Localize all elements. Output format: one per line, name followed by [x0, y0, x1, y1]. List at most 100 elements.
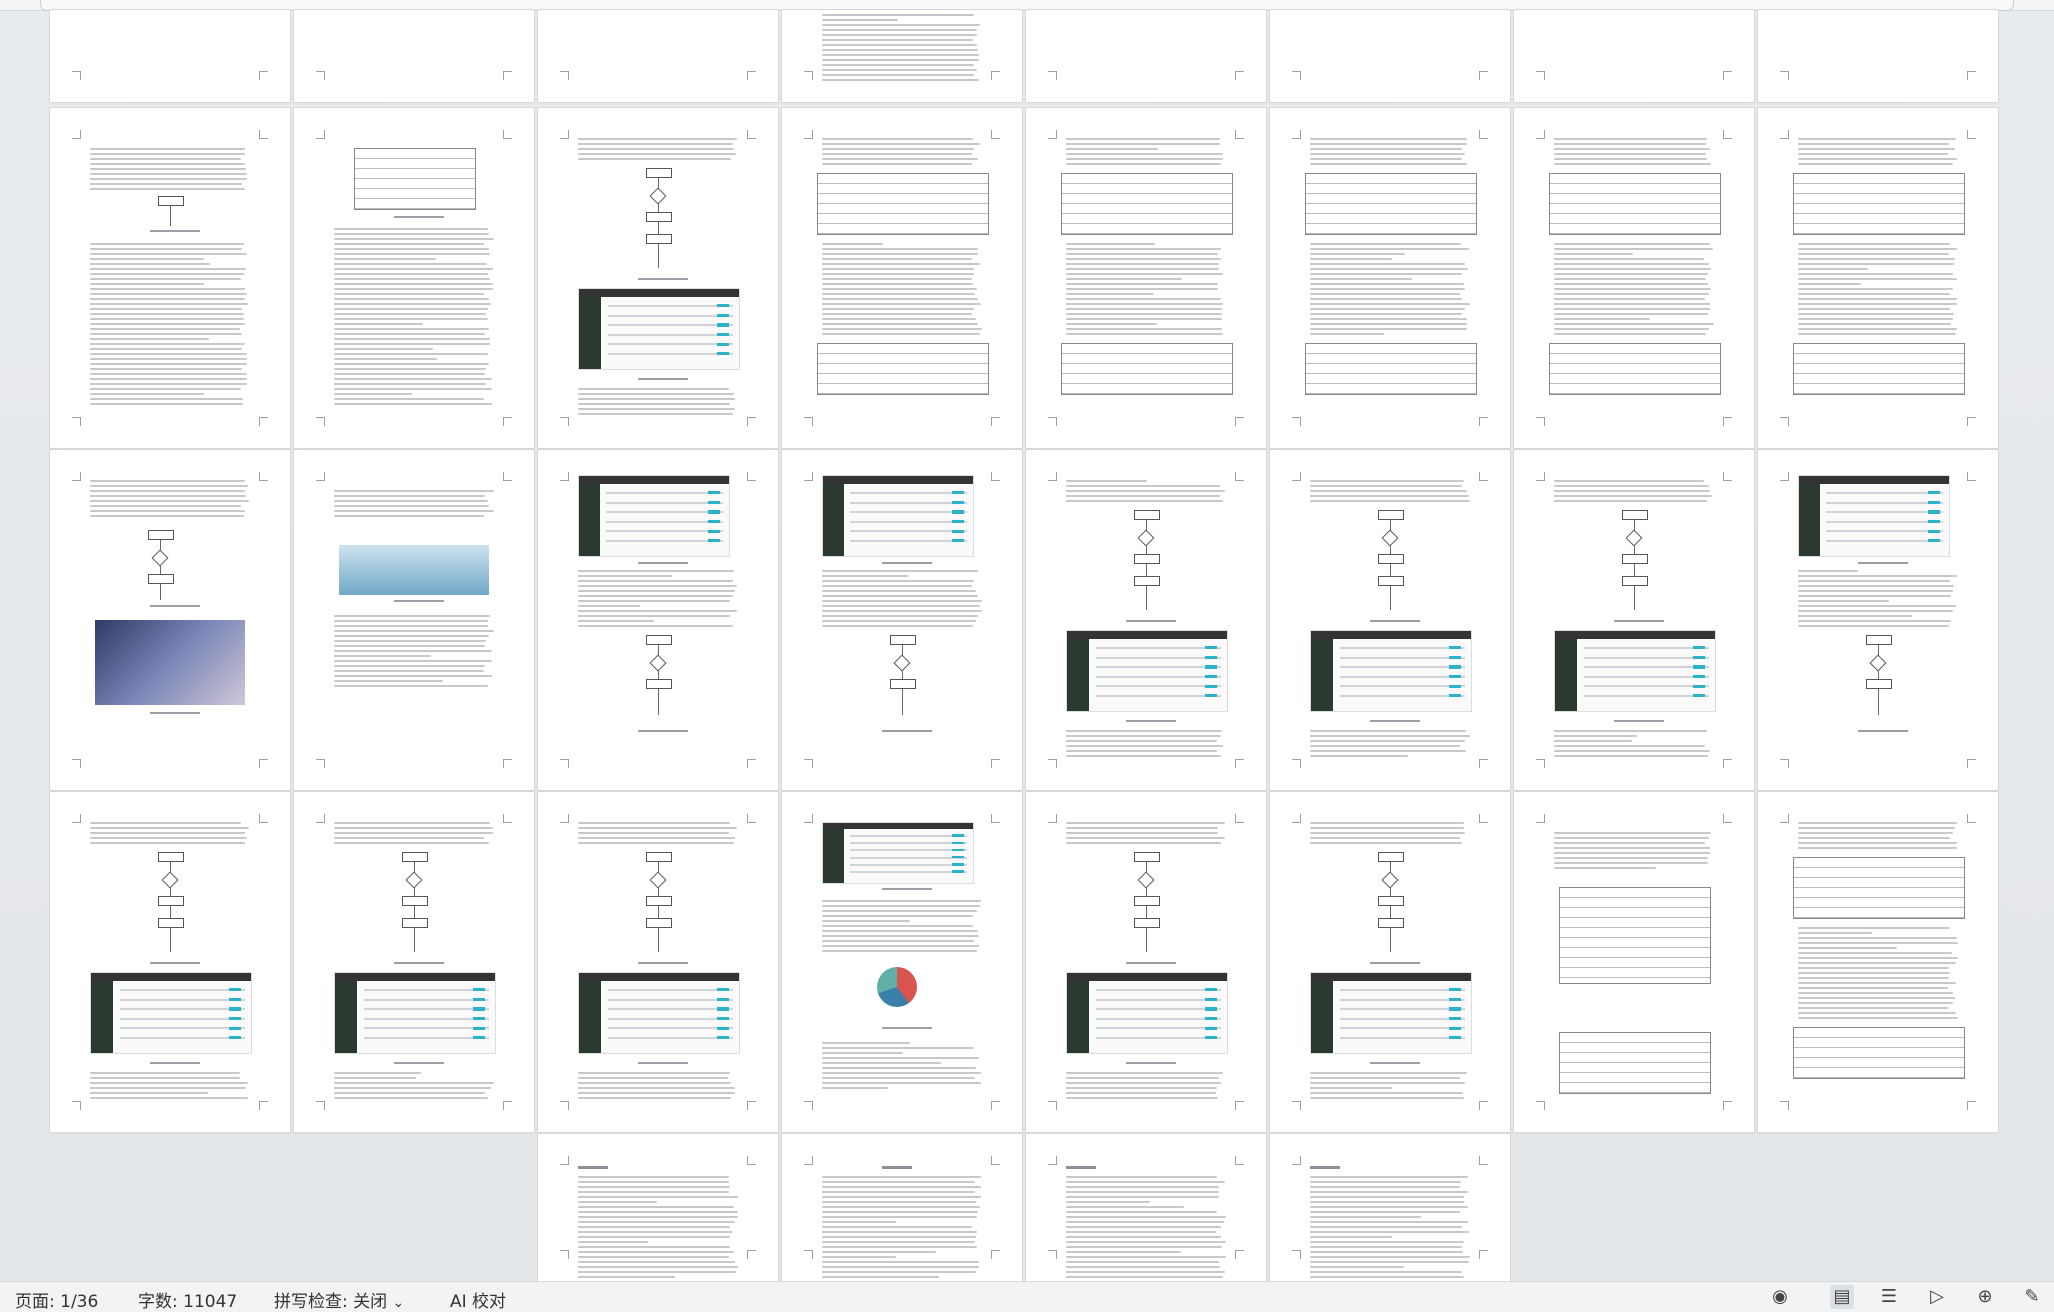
- corner-mark: [1723, 417, 1732, 426]
- text-line: [1554, 153, 1706, 155]
- document-page[interactable]: [538, 792, 778, 1132]
- document-page[interactable]: [538, 10, 778, 102]
- document-page[interactable]: [1026, 450, 1266, 790]
- text-line: [334, 353, 488, 355]
- corner-mark: [560, 130, 569, 139]
- text-line: [1798, 972, 1951, 974]
- process-node: [148, 574, 174, 584]
- text-line: [1798, 962, 1957, 964]
- document-page[interactable]: [294, 108, 534, 448]
- document-page[interactable]: [1270, 450, 1510, 790]
- text-line: [578, 1251, 734, 1253]
- document-page[interactable]: [1270, 1134, 1510, 1281]
- text-line: [1066, 1206, 1184, 1208]
- text-line: [822, 263, 980, 265]
- text-line: [1066, 323, 1158, 325]
- pen-icon[interactable]: ✎: [2020, 1285, 2044, 1309]
- text-line: [334, 293, 485, 295]
- document-page[interactable]: [538, 450, 778, 790]
- document-page[interactable]: [1758, 108, 1998, 448]
- document-page[interactable]: [782, 450, 1022, 790]
- document-page[interactable]: [1270, 108, 1510, 448]
- text-line: [334, 515, 485, 517]
- document-page[interactable]: [1514, 792, 1754, 1132]
- outline-view-icon[interactable]: ☰: [1877, 1285, 1901, 1309]
- text-line: [1554, 158, 1708, 160]
- page-view-icon[interactable]: ▤: [1830, 1285, 1854, 1309]
- play-icon[interactable]: ▷: [1925, 1285, 1949, 1309]
- text-line: [1798, 333, 1957, 335]
- text-line: [1066, 298, 1221, 300]
- text-line: [1554, 163, 1712, 165]
- document-page[interactable]: [538, 1134, 778, 1281]
- text-line: [1798, 293, 1951, 295]
- document-page-grid[interactable]: [0, 0, 2054, 1281]
- document-page[interactable]: [1270, 792, 1510, 1132]
- document-page[interactable]: [294, 450, 534, 790]
- corner-mark: [1292, 472, 1301, 481]
- document-page[interactable]: [50, 10, 290, 102]
- text-line: [1310, 148, 1463, 150]
- text-line: [1798, 847, 1957, 849]
- text-line: [822, 570, 978, 572]
- text-line: [1310, 1087, 1393, 1089]
- document-page[interactable]: [1514, 10, 1754, 102]
- text-line: [1554, 735, 1637, 737]
- document-page[interactable]: [1026, 10, 1266, 102]
- corner-mark: [1048, 1101, 1057, 1110]
- document-page[interactable]: [1270, 10, 1510, 102]
- text-line: [822, 600, 982, 602]
- document-page[interactable]: [1026, 1134, 1266, 1281]
- document-page[interactable]: [1514, 108, 1754, 448]
- eye-icon[interactable]: ◉: [1768, 1285, 1792, 1309]
- document-page[interactable]: [294, 792, 534, 1132]
- corner-mark: [1235, 814, 1244, 823]
- document-page[interactable]: [782, 792, 1022, 1132]
- document-page[interactable]: [294, 10, 534, 102]
- text-line: [822, 44, 977, 46]
- corner-mark: [1292, 814, 1301, 823]
- ai-proofread-button[interactable]: AI 校对: [450, 1287, 506, 1312]
- page-indicator[interactable]: 页面: 1/36: [15, 1287, 98, 1312]
- text-line: [822, 905, 981, 907]
- document-page[interactable]: [1514, 450, 1754, 790]
- document-page[interactable]: [1758, 792, 1998, 1132]
- text-line: [1066, 1201, 1150, 1203]
- process-node: [646, 918, 672, 928]
- document-page[interactable]: [1758, 10, 1998, 102]
- document-page[interactable]: [50, 792, 290, 1132]
- text-line: [1310, 298, 1462, 300]
- document-page[interactable]: [50, 108, 290, 448]
- screenshot-figure: [822, 475, 974, 557]
- spell-check-toggle[interactable]: 拼写检查: 关闭 ⌄: [274, 1287, 404, 1312]
- text-line: [578, 1196, 738, 1198]
- text-line: [822, 1256, 896, 1258]
- word-count[interactable]: 字数: 11047: [138, 1287, 237, 1312]
- document-page[interactable]: [538, 108, 778, 448]
- text-line: [1554, 745, 1706, 747]
- document-page[interactable]: [1758, 450, 1998, 790]
- document-page[interactable]: [782, 108, 1022, 448]
- web-view-icon[interactable]: ⊕: [1973, 1285, 1997, 1309]
- text-line: [822, 273, 975, 275]
- document-page[interactable]: [50, 450, 290, 790]
- text-line: [822, 1087, 888, 1089]
- corner-mark: [804, 1156, 813, 1165]
- document-page[interactable]: [1026, 792, 1266, 1132]
- text-line: [1066, 1082, 1221, 1084]
- text-line: [1554, 248, 1714, 250]
- text-line: [1554, 323, 1714, 325]
- text-line: [1066, 263, 1220, 265]
- document-page[interactable]: [782, 10, 1022, 102]
- document-page[interactable]: [782, 1134, 1022, 1281]
- text-line: [822, 64, 975, 66]
- corner-mark: [1292, 1250, 1301, 1259]
- text-line: [1310, 288, 1465, 290]
- corner-mark: [1723, 472, 1732, 481]
- text-line: [822, 915, 974, 917]
- document-page[interactable]: [1026, 108, 1266, 448]
- screenshot-figure: [1310, 630, 1472, 712]
- text-line: [90, 318, 244, 320]
- text-line: [90, 363, 248, 365]
- text-line: [822, 950, 977, 952]
